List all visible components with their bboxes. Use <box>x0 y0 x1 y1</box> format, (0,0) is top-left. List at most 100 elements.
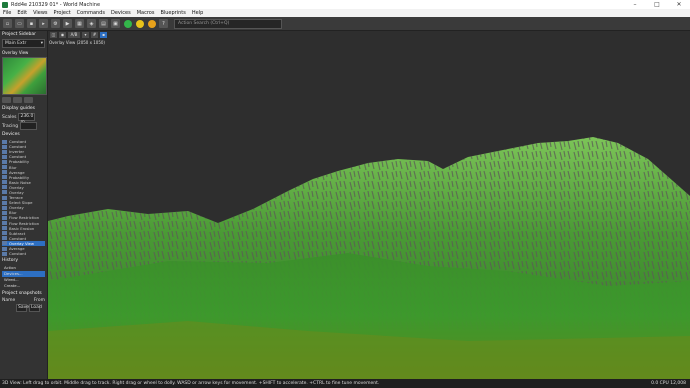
menu-help[interactable]: Help <box>189 10 206 16</box>
title-bar: Rdd4e 210329 01* - World Machine – □ ✕ <box>0 0 690 9</box>
device-icon <box>2 175 7 180</box>
view-mode-icon[interactable]: ◫ <box>50 32 57 38</box>
display-guides-title: Display guides <box>2 106 35 111</box>
device-icon <box>2 251 7 256</box>
camera-icon[interactable]: ◉ <box>59 32 66 38</box>
chevron-down-icon: ▾ <box>40 41 43 46</box>
world-select[interactable]: Main Extr ▾ <box>2 39 45 48</box>
main-toolbar: ▫ ▭ ▪ ▸ ⚙ ▶ ▦ ◈ ▤ ▣ ? Action Search (Ctr… <box>0 17 690 31</box>
open-folder-icon[interactable]: ▭ <box>15 19 24 28</box>
status-hint: 3D View: Left drag to orbit. Middle drag… <box>2 381 380 386</box>
menu-commands[interactable]: Commands <box>74 10 108 16</box>
guide-toggle-3[interactable] <box>24 97 33 103</box>
world-select-value: Main Extr <box>5 41 27 46</box>
action-search-input[interactable]: Action Search (Ctrl+Q) <box>174 18 282 29</box>
image-view-icon[interactable]: ▣ <box>111 19 120 28</box>
3d-viewport[interactable]: ◫ ◉ A/B ▾ # ▪ Overlay View (2050 x 1050) <box>48 31 690 379</box>
3d-view-icon[interactable]: ◈ <box>87 19 96 28</box>
overlay-label: Overlay View <box>2 50 29 55</box>
status-bar: 3D View: Left drag to orbit. Middle drag… <box>0 379 690 388</box>
viewport-toolbar: ◫ ◉ A/B ▾ # ▪ <box>48 31 107 39</box>
menu-blueprints[interactable]: Blueprints <box>157 10 188 16</box>
terrain-render[interactable] <box>48 31 690 379</box>
lock-view-icon[interactable]: ▪ <box>100 32 107 38</box>
device-icon <box>2 185 7 190</box>
snapshot-name-row: Name From <box>2 298 45 303</box>
tiled-orb-icon[interactable] <box>148 19 156 28</box>
device-label: Constant <box>9 251 27 257</box>
ab-mode-select[interactable]: A/B <box>68 32 80 38</box>
viewport-label: Overlay View (2050 x 1050) <box>49 40 105 45</box>
display-guides-toggles <box>2 97 45 103</box>
device-icon <box>2 139 7 144</box>
build-icon[interactable]: ▶ <box>63 19 72 28</box>
scales-field: Scales236.0 m <box>2 113 45 125</box>
graph-view-icon[interactable]: ▦ <box>75 19 84 28</box>
tracing-label: Tracing <box>2 123 19 129</box>
menu-bar: File Edit Views Project Commands Devices… <box>0 9 690 17</box>
device-icon <box>2 236 7 241</box>
snapshot-save-button[interactable]: Save <box>16 304 29 313</box>
guide-toggle-2[interactable] <box>13 97 22 103</box>
sidebar-title: Project Sidebar <box>2 32 37 37</box>
device-icon <box>2 241 7 246</box>
menu-macros[interactable]: Macros <box>134 10 158 16</box>
history-title: History <box>2 258 19 264</box>
tracing-value[interactable] <box>20 122 38 130</box>
device-icon <box>2 200 7 205</box>
help-icon[interactable]: ? <box>159 19 168 28</box>
menu-file[interactable]: File <box>0 10 14 16</box>
tracing-field: Tracing <box>2 122 45 130</box>
snapshot-load-button[interactable]: Load <box>29 304 42 313</box>
minimize-button[interactable]: – <box>624 0 646 9</box>
history-row[interactable]: Create... <box>2 283 45 289</box>
status-cpu: 0.0 CPU 12,008 <box>651 381 686 386</box>
guide-toggle-1[interactable] <box>2 97 11 103</box>
device-icon <box>2 226 7 231</box>
device-icon <box>2 195 7 200</box>
device-icon <box>2 170 7 175</box>
terrain-thumbnail[interactable] <box>2 57 47 95</box>
device-icon <box>2 144 7 149</box>
device-icon <box>2 205 7 210</box>
devices-list: Constant Constant Inverter Constant Probabil… <box>2 139 45 256</box>
device-icon <box>2 190 7 195</box>
scales-label: Scales <box>2 114 17 120</box>
snapshots-title: Project snapshots <box>2 291 42 297</box>
scales-value[interactable]: 236.0 m <box>18 113 36 125</box>
menu-views[interactable]: Views <box>30 10 50 16</box>
device-icon <box>2 215 7 220</box>
window-title: Rdd4e 210329 01* - World Machine <box>11 1 101 8</box>
device-icon <box>2 165 7 170</box>
snapshot-from-select[interactable]: From <box>34 298 45 303</box>
device-icon <box>2 210 7 215</box>
menu-devices[interactable]: Devices <box>108 10 134 16</box>
maximize-button[interactable]: □ <box>646 0 668 9</box>
device-icon <box>2 159 7 164</box>
history-list: Action Devices... Wired... Create... <box>2 265 45 289</box>
app-icon <box>2 1 8 8</box>
menu-edit[interactable]: Edit <box>14 10 30 16</box>
device-icon <box>2 154 7 159</box>
device-icon <box>2 221 7 226</box>
device-item[interactable]: Constant <box>2 251 45 256</box>
device-icon <box>2 149 7 154</box>
settings-icon[interactable]: ⚙ <box>51 19 60 28</box>
build-status-icon[interactable] <box>124 19 132 28</box>
save-icon[interactable]: ▪ <box>27 19 36 28</box>
snapshot-name-label: Name <box>2 298 16 304</box>
snapshot-buttons: Save Load <box>2 304 45 313</box>
grid-icon[interactable]: # <box>91 32 98 38</box>
render-settings-icon[interactable]: ▾ <box>82 32 89 38</box>
device-icon <box>2 246 7 251</box>
export-icon[interactable]: ▸ <box>39 19 48 28</box>
device-icon <box>2 180 7 185</box>
preview-orb-icon[interactable] <box>136 19 144 28</box>
devices-title: Devices <box>2 132 20 137</box>
project-sidebar: Project Sidebar Main Extr ▾ Overlay View … <box>0 31 48 379</box>
layout-icon[interactable]: ▤ <box>99 19 108 28</box>
close-button[interactable]: ✕ <box>668 0 690 9</box>
new-file-icon[interactable]: ▫ <box>3 19 12 28</box>
menu-project[interactable]: Project <box>51 10 74 16</box>
device-icon <box>2 231 7 236</box>
